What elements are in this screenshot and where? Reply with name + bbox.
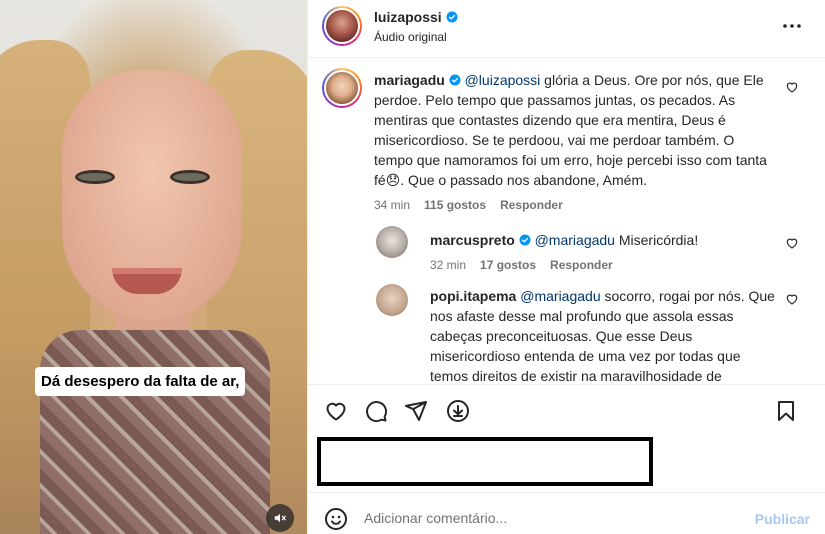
comment-username[interactable]: popi.itapema bbox=[430, 288, 516, 304]
download-icon[interactable] bbox=[446, 399, 470, 423]
commenter-avatar[interactable] bbox=[322, 68, 362, 108]
comments-list[interactable]: mariagadu @luizapossi glória a Deus. Ore… bbox=[308, 58, 825, 384]
mute-button[interactable] bbox=[266, 504, 294, 532]
more-horizontal-icon[interactable] bbox=[780, 14, 804, 38]
verified-badge-icon bbox=[449, 74, 461, 86]
heart-icon[interactable] bbox=[324, 399, 348, 423]
commenter-avatar[interactable] bbox=[376, 284, 408, 316]
verified-badge-icon bbox=[519, 234, 531, 246]
reply-button[interactable]: Responder bbox=[500, 198, 563, 212]
reply-button[interactable]: Responder bbox=[550, 258, 613, 272]
video-eye-right bbox=[170, 170, 210, 184]
comment-mention[interactable]: @luizapossi bbox=[465, 72, 541, 88]
audio-label[interactable]: Áudio original bbox=[374, 30, 447, 44]
comment-meta: 34 min 115 gostos Responder bbox=[374, 198, 774, 212]
comment-mention[interactable]: @mariagadu bbox=[520, 288, 600, 304]
comment-body: glória a Deus. Ore por nós, que Ele perd… bbox=[374, 72, 767, 188]
comment-likes[interactable]: 115 gostos bbox=[424, 198, 486, 212]
comment-time[interactable]: 34 min bbox=[374, 198, 410, 212]
comment-like-heart-icon[interactable] bbox=[785, 292, 799, 306]
comment-meta: 32 min 17 gostos Responder bbox=[430, 258, 770, 272]
comment-input[interactable] bbox=[364, 505, 724, 531]
comment-text: popi.itapema @mariagadu socorro, rogai p… bbox=[430, 286, 775, 384]
comment-likes[interactable]: 17 gostos bbox=[480, 258, 536, 272]
redacted-likes-box bbox=[317, 437, 653, 486]
comment-item: mariagadu @luizapossi glória a Deus. Ore… bbox=[374, 70, 774, 212]
author-username-row: luizapossi bbox=[374, 9, 458, 25]
bookmark-icon[interactable] bbox=[774, 399, 798, 423]
speaker-muted-icon bbox=[274, 513, 286, 523]
verified-badge-icon bbox=[446, 11, 458, 23]
add-comment-bar: Publicar bbox=[308, 492, 825, 534]
send-icon[interactable] bbox=[404, 399, 428, 423]
comment-username[interactable]: mariagadu bbox=[374, 72, 445, 88]
comment-like-heart-icon[interactable] bbox=[785, 236, 799, 250]
video-eye-left bbox=[75, 170, 115, 184]
video-shirt bbox=[40, 330, 270, 534]
comment-like-heart-icon[interactable] bbox=[785, 80, 799, 94]
comment-icon[interactable] bbox=[364, 399, 388, 423]
comment-item: marcuspreto @mariagadu Misericórdia! 32 … bbox=[430, 230, 770, 272]
post-header: luizapossi Áudio original bbox=[308, 0, 825, 58]
action-bar bbox=[308, 384, 825, 434]
publish-button[interactable]: Publicar bbox=[755, 511, 810, 527]
author-username[interactable]: luizapossi bbox=[374, 9, 442, 25]
commenter-avatar[interactable] bbox=[376, 226, 408, 258]
emoji-icon[interactable] bbox=[324, 507, 348, 531]
author-avatar[interactable] bbox=[322, 6, 362, 46]
comment-username[interactable]: marcuspreto bbox=[430, 232, 515, 248]
comment-item: popi.itapema @mariagadu socorro, rogai p… bbox=[430, 286, 775, 384]
comment-text: mariagadu @luizapossi glória a Deus. Ore… bbox=[374, 70, 774, 190]
comment-body: Misericórdia! bbox=[614, 232, 699, 248]
comment-text: marcuspreto @mariagadu Misericórdia! bbox=[430, 230, 770, 250]
video-caption: Dá desespero da falta de ar, bbox=[35, 367, 246, 396]
post-panel: luizapossi Áudio original mariagadu @lui… bbox=[307, 0, 825, 534]
comment-mention[interactable]: @mariagadu bbox=[535, 232, 615, 248]
comment-time[interactable]: 32 min bbox=[430, 258, 466, 272]
reel-video[interactable]: Dá desespero da falta de ar, bbox=[0, 0, 307, 534]
